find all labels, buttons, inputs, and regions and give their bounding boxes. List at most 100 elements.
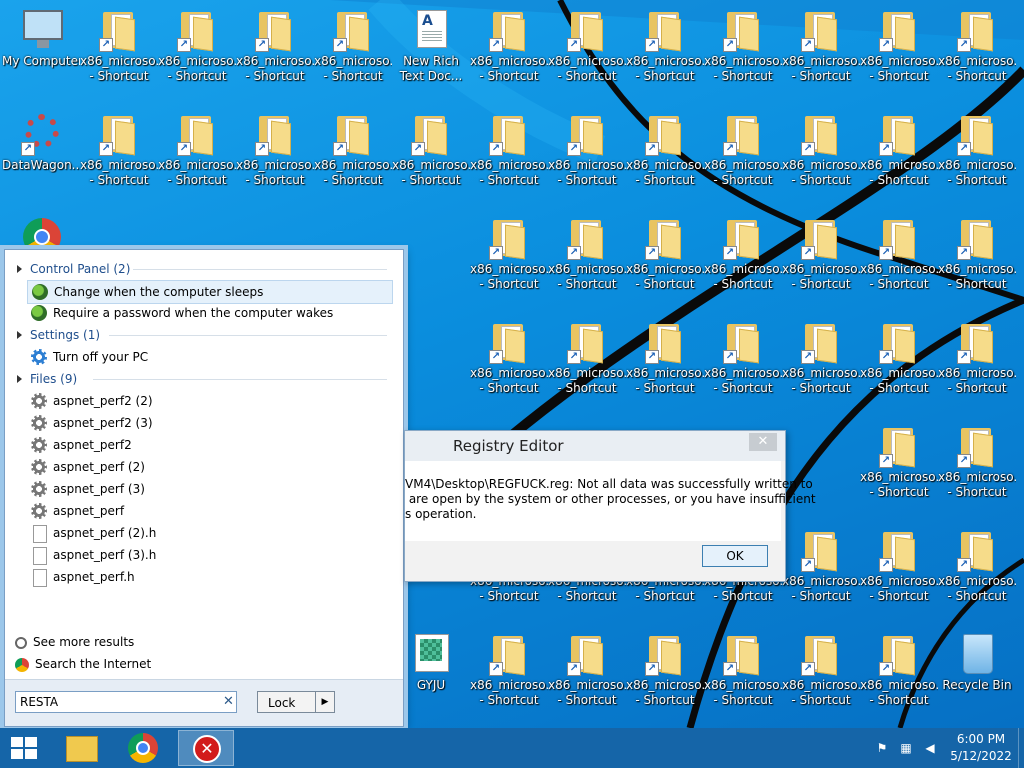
x86-shortcut-icon[interactable]: ↗x86_microso... - Shortcut	[158, 2, 236, 106]
volume-muted-icon[interactable]: ◀	[922, 740, 938, 756]
result-file[interactable]: aspnet_perf (3)	[27, 478, 391, 500]
x86-shortcut-icon[interactable]: ↗x86_microso... - Shortcut	[938, 314, 1016, 418]
result-file[interactable]: aspnet_perf	[27, 500, 391, 522]
x86-shortcut-icon[interactable]: ↗x86_microso... - Shortcut	[938, 210, 1016, 314]
show-desktop-button[interactable]	[1018, 728, 1024, 768]
x86-shortcut-icon[interactable]: ↗x86_microso... - Shortcut	[548, 626, 626, 728]
result-file[interactable]: aspnet_perf (2)	[27, 456, 391, 478]
my-computer-icon[interactable]: My Computer	[2, 2, 80, 106]
x86-shortcut-icon[interactable]: ↗x86_microso... - Shortcut	[158, 106, 236, 210]
desktop-icon-label: x86_microso... - Shortcut	[80, 54, 158, 83]
start-button[interactable]	[0, 728, 48, 768]
x86-shortcut-icon[interactable]: ↗x86_microso... - Shortcut	[470, 314, 548, 418]
result-file[interactable]: aspnet_perf2	[27, 434, 391, 456]
result-change-sleep[interactable]: Change when the computer sleeps	[27, 280, 393, 304]
desktop-icon-label: x86_microso... - Shortcut	[860, 574, 938, 603]
x86-shortcut-icon[interactable]: ↗x86_microso... - Shortcut	[626, 626, 704, 728]
result-file[interactable]: aspnet_perf.h	[27, 566, 391, 588]
result-require-password[interactable]: Require a password when the computer wak…	[27, 302, 391, 324]
result-file[interactable]: aspnet_perf2 (3)	[27, 412, 391, 434]
close-button[interactable]: ✕	[749, 433, 777, 451]
ok-button[interactable]: OK	[702, 545, 768, 567]
desktop-icon-label: x86_microso... - Shortcut	[626, 262, 704, 291]
result-file[interactable]: aspnet_perf2 (2)	[27, 390, 391, 412]
x86-shortcut-icon[interactable]: ↗x86_microso... - Shortcut	[860, 626, 938, 728]
x86-shortcut-icon[interactable]: ↗x86_microso... - Shortcut	[314, 2, 392, 106]
x86-shortcut-image-icon: ↗	[489, 8, 529, 52]
x86-shortcut-image-icon: ↗	[489, 112, 529, 156]
x86-shortcut-icon[interactable]: ↗x86_microso... - Shortcut	[860, 418, 938, 522]
x86-shortcut-image-icon: ↗	[723, 216, 763, 260]
x86-shortcut-icon[interactable]: ↗x86_microso... - Shortcut	[860, 210, 938, 314]
x86-shortcut-icon[interactable]: ↗x86_microso... - Shortcut	[236, 106, 314, 210]
x86-shortcut-image-icon: ↗	[567, 8, 607, 52]
x86-shortcut-icon[interactable]: ↗x86_microso... - Shortcut	[704, 210, 782, 314]
search-the-internet[interactable]: Search the Internet	[15, 654, 151, 674]
x86-shortcut-image-icon: ↗	[801, 320, 841, 364]
x86-shortcut-icon[interactable]: ↗x86_microso... - Shortcut	[860, 106, 938, 210]
search-input[interactable]	[15, 691, 237, 713]
x86-shortcut-icon[interactable]: ↗x86_microso... - Shortcut	[80, 2, 158, 106]
result-file[interactable]: aspnet_perf (2).h	[27, 522, 391, 544]
x86-shortcut-icon[interactable]: ↗x86_microso... - Shortcut	[704, 314, 782, 418]
action-center-flag-icon[interactable]: ⚑	[874, 740, 890, 756]
x86-shortcut-icon[interactable]: ↗x86_microso... - Shortcut	[704, 106, 782, 210]
x86-shortcut-icon[interactable]: ↗x86_microso... - Shortcut	[704, 626, 782, 728]
x86-shortcut-image-icon: ↗	[489, 216, 529, 260]
x86-shortcut-icon[interactable]: ↗x86_microso... - Shortcut	[782, 522, 860, 626]
dialog-title[interactable]: Registry Editor	[405, 431, 785, 461]
group-files[interactable]: Files (9)	[17, 370, 77, 388]
x86-shortcut-image-icon: ↗	[333, 112, 373, 156]
x86-shortcut-icon[interactable]: ↗x86_microso... - Shortcut	[626, 106, 704, 210]
x86-shortcut-icon[interactable]: ↗x86_microso... - Shortcut	[626, 210, 704, 314]
x86-shortcut-icon[interactable]: ↗x86_microso... - Shortcut	[80, 106, 158, 210]
x86-shortcut-image-icon: ↗	[957, 424, 997, 468]
x86-shortcut-icon[interactable]: ↗x86_microso... - Shortcut	[314, 106, 392, 210]
x86-shortcut-icon[interactable]: ↗x86_microso... - Shortcut	[470, 2, 548, 106]
x86-shortcut-icon[interactable]: ↗x86_microso... - Shortcut	[548, 2, 626, 106]
clear-search-icon[interactable]: ✕	[223, 694, 234, 709]
x86-shortcut-icon[interactable]: ↗x86_microso... - Shortcut	[626, 2, 704, 106]
new-rich-text-doc-icon[interactable]: New Rich Text Doc...	[392, 2, 470, 106]
power-options-arrow-button[interactable]: ▶	[315, 691, 335, 713]
see-more-results[interactable]: See more results	[15, 632, 134, 652]
x86-shortcut-icon[interactable]: ↗x86_microso... - Shortcut	[470, 106, 548, 210]
x86-shortcut-icon[interactable]: ↗x86_microso... - Shortcut	[938, 106, 1016, 210]
taskbar-chrome[interactable]	[116, 730, 172, 766]
x86-shortcut-icon[interactable]: ↗x86_microso... - Shortcut	[548, 314, 626, 418]
result-file[interactable]: aspnet_perf (3).h	[27, 544, 391, 566]
recycle-bin-icon[interactable]: Recycle Bin	[938, 626, 1016, 728]
lock-button[interactable]: Lock	[257, 691, 321, 713]
group-control-panel[interactable]: Control Panel (2)	[17, 260, 130, 278]
x86-shortcut-icon[interactable]: ↗x86_microso... - Shortcut	[470, 210, 548, 314]
desktop-icon-label: x86_microso... - Shortcut	[548, 158, 626, 187]
x86-shortcut-icon[interactable]: ↗x86_microso... - Shortcut	[860, 522, 938, 626]
x86-shortcut-icon[interactable]: ↗x86_microso... - Shortcut	[938, 418, 1016, 522]
result-turn-off-pc[interactable]: Turn off your PC	[27, 346, 391, 368]
network-icon[interactable]: ▦	[898, 740, 914, 756]
x86-shortcut-icon[interactable]: ↗x86_microso... - Shortcut	[548, 106, 626, 210]
x86-shortcut-icon[interactable]: ↗x86_microso... - Shortcut	[392, 106, 470, 210]
desktop-icon-label: x86_microso... - Shortcut	[782, 678, 860, 707]
x86-shortcut-icon[interactable]: ↗x86_microso... - Shortcut	[548, 210, 626, 314]
x86-shortcut-icon[interactable]: ↗x86_microso... - Shortcut	[782, 210, 860, 314]
taskbar-file-explorer[interactable]	[54, 730, 110, 766]
x86-shortcut-icon[interactable]: ↗x86_microso... - Shortcut	[704, 2, 782, 106]
taskbar-registry-error[interactable]: ✕	[178, 730, 234, 766]
x86-shortcut-icon[interactable]: ↗x86_microso... - Shortcut	[860, 2, 938, 106]
x86-shortcut-icon[interactable]: ↗x86_microso... - Shortcut	[782, 2, 860, 106]
x86-shortcut-icon[interactable]: ↗x86_microso... - Shortcut	[236, 2, 314, 106]
x86-shortcut-icon[interactable]: ↗x86_microso... - Shortcut	[938, 522, 1016, 626]
x86-shortcut-icon[interactable]: ↗x86_microso... - Shortcut	[782, 626, 860, 728]
x86-shortcut-icon[interactable]: ↗x86_microso... - Shortcut	[860, 314, 938, 418]
x86-shortcut-icon[interactable]: ↗x86_microso... - Shortcut	[782, 106, 860, 210]
x86-shortcut-icon[interactable]: ↗x86_microso... - Shortcut	[938, 2, 1016, 106]
datawagon-icon[interactable]: ↗ DataWagon...	[2, 106, 80, 210]
x86-shortcut-image-icon: ↗	[723, 320, 763, 364]
x86-shortcut-icon[interactable]: ↗x86_microso... - Shortcut	[626, 314, 704, 418]
file-icon	[33, 525, 47, 543]
x86-shortcut-icon[interactable]: ↗x86_microso... - Shortcut	[782, 314, 860, 418]
clock[interactable]: 6:00 PM 5/12/2022	[950, 731, 1012, 765]
group-settings[interactable]: Settings (1)	[17, 326, 100, 344]
x86-shortcut-icon[interactable]: ↗x86_microso... - Shortcut	[470, 626, 548, 728]
